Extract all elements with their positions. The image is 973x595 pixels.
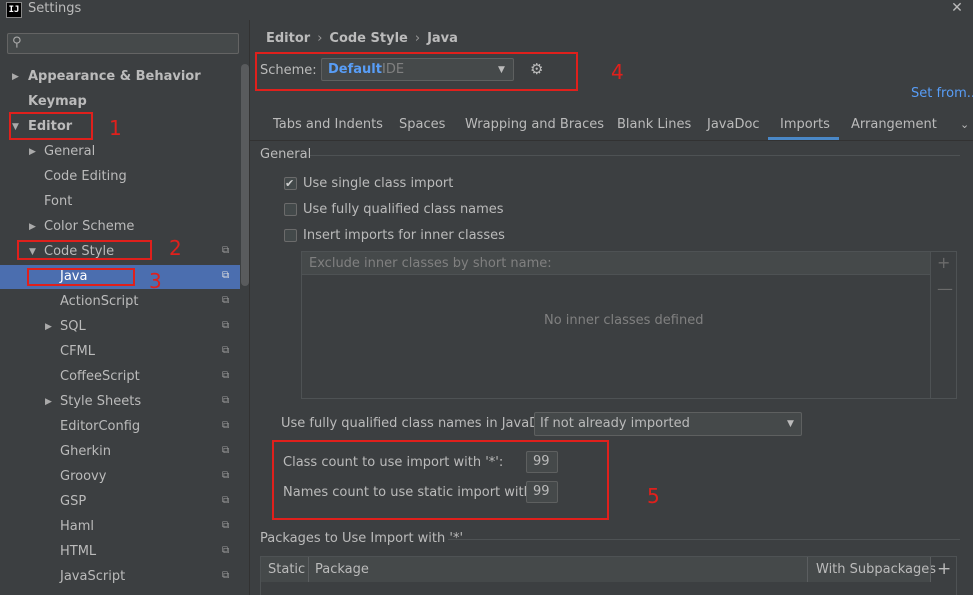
project-scope-icon: ⧉ <box>222 345 230 356</box>
tab-arrangement[interactable]: Arrangement <box>851 116 937 134</box>
sidebar-item-font[interactable]: Font <box>44 189 72 214</box>
checkbox-label[interactable]: Use fully qualified class names <box>303 201 504 219</box>
sidebar-item-style-sheets[interactable]: Style Sheets <box>60 389 141 414</box>
sidebar-item-javascript[interactable]: JavaScript <box>60 564 125 589</box>
sidebar-item-appearance-behavior[interactable]: Appearance & Behavior <box>28 64 201 89</box>
intellij-logo-icon: IJ <box>6 2 22 18</box>
sidebar-item-keymap[interactable]: Keymap <box>28 89 87 114</box>
sidebar-item-haml[interactable]: Haml <box>60 514 94 539</box>
annotation-box-scheme <box>255 52 578 91</box>
project-scope-icon: ⧉ <box>222 320 230 331</box>
content-scrollbar[interactable] <box>964 142 972 595</box>
chevron-down-icon[interactable]: ▼ <box>787 419 794 429</box>
list-toolbar <box>931 251 957 399</box>
section-title-general: General <box>260 147 312 162</box>
project-scope-icon: ⧉ <box>222 520 230 531</box>
javadoc-qualified-value: If not already imported <box>540 416 690 431</box>
sidebar-scrollbar[interactable] <box>241 64 249 286</box>
annotation-number: 5 <box>647 484 660 508</box>
sidebar-item-editorconfig[interactable]: EditorConfig <box>60 414 140 439</box>
checkbox-use-fully-qualified[interactable] <box>284 203 297 216</box>
breadcrumb: Editor › Code Style › Java <box>266 30 458 48</box>
checkbox-label[interactable]: Insert imports for inner classes <box>303 227 505 245</box>
tab-blank-lines[interactable]: Blank Lines <box>617 116 691 134</box>
column-header-with-subpackages[interactable]: With Subpackages <box>816 561 936 579</box>
breadcrumb-item[interactable]: Code Style <box>329 31 407 46</box>
sidebar-item-coffeescript[interactable]: CoffeeScript <box>60 364 140 389</box>
sidebar-item-actionscript[interactable]: ActionScript <box>60 289 138 314</box>
annotation-box-import-counts <box>272 440 609 520</box>
breadcrumb-separator: › <box>317 31 323 46</box>
annotation-number: 1 <box>109 116 122 140</box>
tab-tabs-and-indents[interactable]: Tabs and Indents <box>273 116 383 134</box>
column-separator <box>930 557 931 582</box>
section-divider <box>310 155 960 156</box>
remove-icon[interactable]: — <box>937 281 953 297</box>
add-icon[interactable]: + <box>937 560 951 578</box>
add-icon[interactable]: + <box>937 255 950 271</box>
column-separator <box>807 557 808 582</box>
empty-list-text: No inner classes defined <box>544 313 704 328</box>
check-mark-icon: ✔ <box>285 177 295 190</box>
sidebar-item-sql[interactable]: SQL <box>60 314 86 339</box>
breadcrumb-item[interactable]: Editor <box>266 31 310 46</box>
javadoc-qualified-label: Use fully qualified class names in JavaD… <box>281 416 559 431</box>
annotation-box-code-style <box>17 240 152 260</box>
expand-arrow-icon[interactable]: ▶ <box>45 397 52 407</box>
settings-search-input[interactable] <box>7 33 239 54</box>
project-scope-icon: ⧉ <box>222 395 230 406</box>
close-icon[interactable]: ✕ <box>949 0 965 16</box>
project-scope-icon: ⧉ <box>222 545 230 556</box>
project-scope-icon: ⧉ <box>222 245 230 256</box>
checkbox-insert-inner-imports[interactable] <box>284 229 297 242</box>
column-separator <box>308 557 309 582</box>
set-from-link[interactable]: Set from... <box>911 85 973 103</box>
project-scope-icon: ⧉ <box>222 495 230 506</box>
window-title: Settings <box>28 1 82 16</box>
project-scope-icon: ⧉ <box>222 295 230 306</box>
sidebar-item-code-editing[interactable]: Code Editing <box>44 164 127 189</box>
expand-arrow-icon[interactable]: ▶ <box>12 72 19 82</box>
annotation-box-java <box>27 268 135 286</box>
title-bar <box>0 0 973 20</box>
sidebar-item-color-scheme[interactable]: Color Scheme <box>44 214 134 239</box>
chevron-down-icon[interactable]: ⌄ <box>960 118 969 131</box>
sidebar-item-gsp[interactable]: GSP <box>60 489 86 514</box>
active-tab-indicator <box>768 137 839 140</box>
panel-divider[interactable] <box>249 20 250 595</box>
expand-arrow-icon[interactable]: ▶ <box>45 322 52 332</box>
column-header-package[interactable]: Package <box>315 561 369 579</box>
annotation-box-editor <box>9 112 93 140</box>
project-scope-icon: ⧉ <box>222 445 230 456</box>
column-header-static[interactable]: Static <box>268 561 305 579</box>
tab-imports[interactable]: Imports <box>780 116 830 134</box>
tab-spaces[interactable]: Spaces <box>399 116 445 134</box>
project-scope-icon: ⧉ <box>222 570 230 581</box>
expand-arrow-icon[interactable]: ▶ <box>29 147 36 157</box>
breadcrumb-separator: › <box>414 31 421 46</box>
sidebar-item-cfml[interactable]: CFML <box>60 339 95 364</box>
project-scope-icon: ⧉ <box>222 370 230 381</box>
inner-classes-header-label: Exclude inner classes by short name: <box>309 256 552 271</box>
sidebar-item-groovy[interactable]: Groovy <box>60 464 106 489</box>
sidebar-item-general[interactable]: General <box>44 139 95 164</box>
project-scope-icon: ⧉ <box>222 270 230 281</box>
project-scope-icon: ⧉ <box>222 470 230 481</box>
project-scope-icon: ⧉ <box>222 420 230 431</box>
annotation-number: 2 <box>169 236 182 260</box>
annotation-number: 4 <box>611 60 624 84</box>
breadcrumb-item: Java <box>427 31 458 46</box>
checkbox-label[interactable]: Use single class import <box>303 175 453 193</box>
tab-wrapping-and-braces[interactable]: Wrapping and Braces <box>465 116 604 134</box>
section-divider <box>448 539 960 540</box>
search-icon: ⚲ <box>12 35 22 50</box>
sidebar-item-html[interactable]: HTML <box>60 539 96 564</box>
section-title-packages: Packages to Use Import with '*' <box>260 531 464 546</box>
expand-arrow-icon[interactable]: ▶ <box>29 222 36 232</box>
tab-javadoc[interactable]: JavaDoc <box>707 116 760 134</box>
sidebar-item-gherkin[interactable]: Gherkin <box>60 439 111 464</box>
annotation-number: 3 <box>149 269 162 293</box>
